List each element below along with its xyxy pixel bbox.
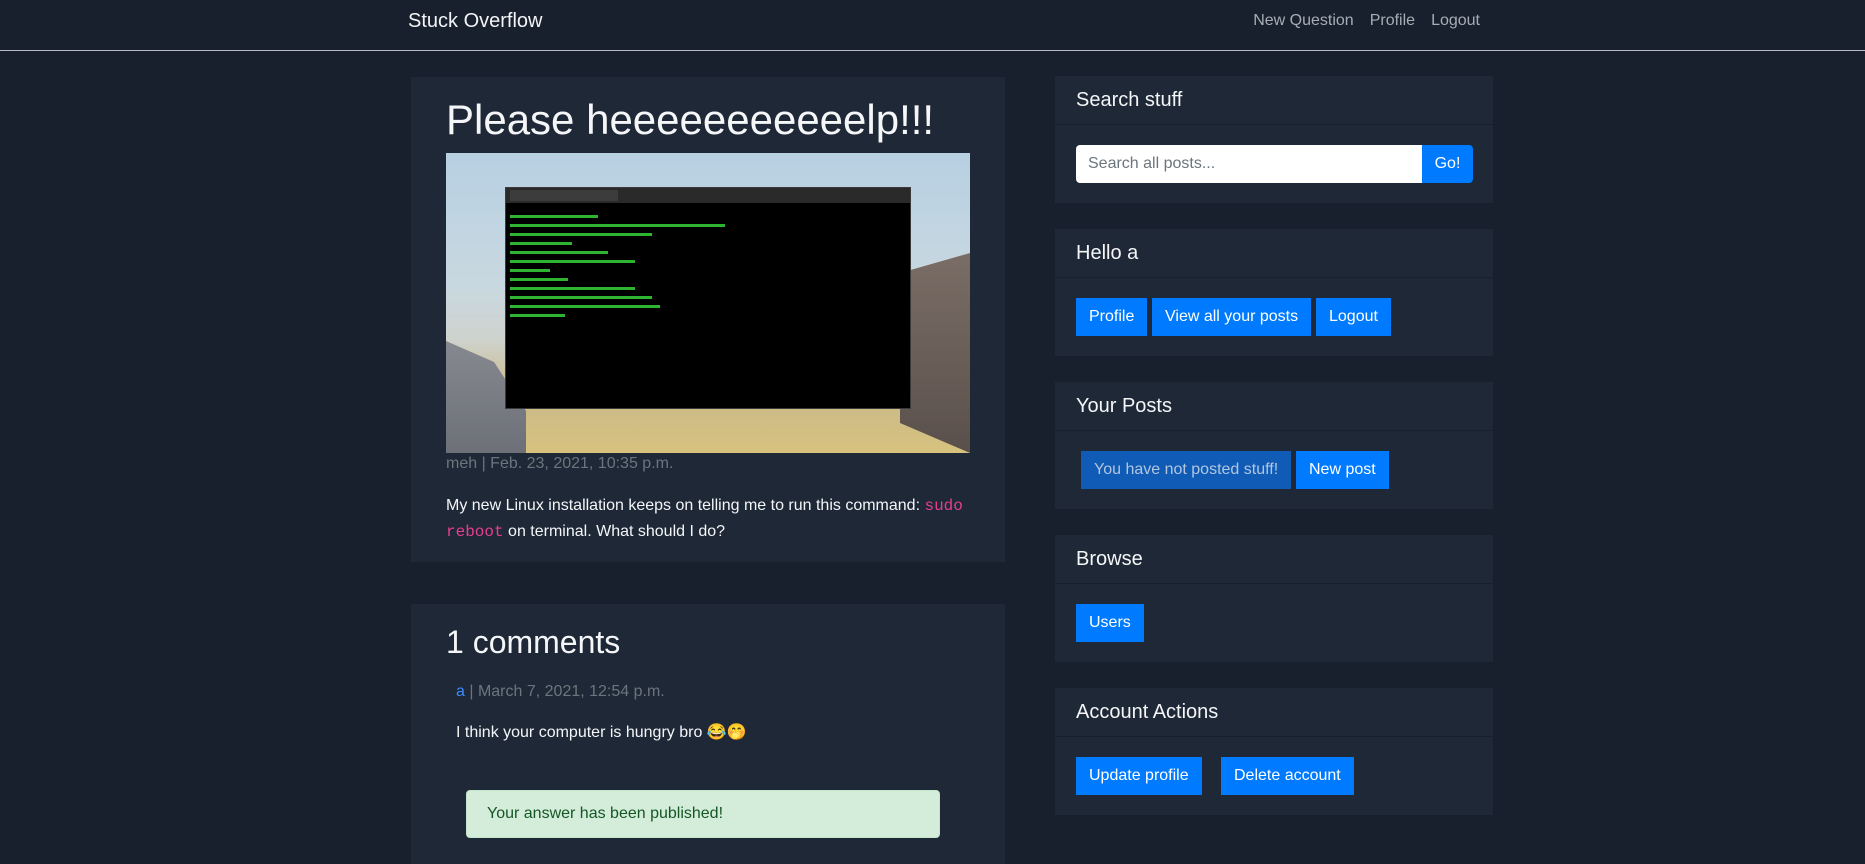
your-posts-card-header: Your Posts bbox=[1055, 382, 1493, 431]
hello-card-title: Hello a bbox=[1076, 242, 1139, 264]
post-body: My new Linux installation keeps on telli… bbox=[446, 493, 976, 545]
hello-card-header: Hello a bbox=[1055, 229, 1493, 278]
new-post-button[interactable]: New post bbox=[1296, 451, 1389, 489]
success-alert: Your answer has been published! bbox=[466, 790, 940, 838]
terminal-output bbox=[510, 208, 900, 318]
nav-profile-link[interactable]: Profile bbox=[1370, 12, 1415, 30]
view-all-posts-button[interactable]: View all your posts bbox=[1152, 298, 1312, 336]
hello-card: Hello a Profile View all your posts Logo… bbox=[1055, 229, 1493, 356]
browse-card: Browse Users bbox=[1055, 535, 1493, 662]
comment-body: I think your computer is hungry bro 😂🤭 bbox=[456, 724, 747, 741]
brand-link[interactable]: Stuck Overflow bbox=[408, 10, 542, 33]
nav-links: New Question Profile Logout bbox=[1253, 12, 1480, 30]
users-button[interactable]: Users bbox=[1076, 604, 1144, 642]
delete-account-button[interactable]: Delete account bbox=[1221, 757, 1354, 795]
profile-button[interactable]: Profile bbox=[1076, 298, 1148, 336]
browse-card-header: Browse bbox=[1055, 535, 1493, 584]
search-input[interactable] bbox=[1076, 145, 1422, 183]
account-actions-card: Account Actions Update profile Delete ac… bbox=[1055, 688, 1493, 815]
post-card: Please heeeeeeeeeeelp!!! meh | Feb. 23, … bbox=[411, 77, 1005, 562]
search-go-button[interactable]: Go! bbox=[1422, 145, 1473, 183]
logout-button[interactable]: Logout bbox=[1316, 298, 1391, 336]
success-alert-text: Your answer has been published! bbox=[487, 805, 724, 822]
your-posts-card-title: Your Posts bbox=[1076, 395, 1172, 417]
your-posts-card: Your Posts You have not posted stuff! Ne… bbox=[1055, 382, 1493, 509]
comments-title: 1 comments bbox=[446, 624, 621, 660]
nav-new-question-link[interactable]: New Question bbox=[1253, 12, 1354, 30]
comment-author-link[interactable]: a bbox=[456, 683, 465, 700]
post-body-text-start: My new Linux installation keeps on telli… bbox=[446, 497, 925, 514]
no-posts-notice: You have not posted stuff! bbox=[1081, 451, 1292, 489]
account-actions-card-title: Account Actions bbox=[1076, 701, 1219, 723]
search-card-title: Search stuff bbox=[1076, 89, 1183, 111]
comments-card: 1 comments a | March 7, 2021, 12:54 p.m.… bbox=[411, 604, 1005, 864]
terminal-titlebar bbox=[506, 188, 910, 203]
browse-card-title: Browse bbox=[1076, 548, 1143, 570]
post-meta: meh | Feb. 23, 2021, 10:35 p.m. bbox=[446, 455, 674, 472]
terminal-tab bbox=[510, 190, 618, 201]
account-actions-card-header: Account Actions bbox=[1055, 688, 1493, 737]
post-body-text-end: on terminal. What should I do? bbox=[503, 523, 726, 540]
comment-date: | March 7, 2021, 12:54 p.m. bbox=[464, 683, 665, 700]
search-card: Search stuff Go! bbox=[1055, 76, 1493, 203]
search-card-header: Search stuff bbox=[1055, 76, 1493, 125]
comment-meta: a | March 7, 2021, 12:54 p.m. bbox=[456, 683, 665, 701]
update-profile-button[interactable]: Update profile bbox=[1076, 757, 1202, 795]
post-image bbox=[446, 153, 970, 453]
nav-logout-link[interactable]: Logout bbox=[1431, 12, 1480, 30]
navbar: Stuck Overflow New Question Profile Logo… bbox=[0, 0, 1865, 51]
post-title: Please heeeeeeeeeeelp!!! bbox=[446, 96, 935, 143]
terminal-window-image bbox=[505, 187, 911, 409]
